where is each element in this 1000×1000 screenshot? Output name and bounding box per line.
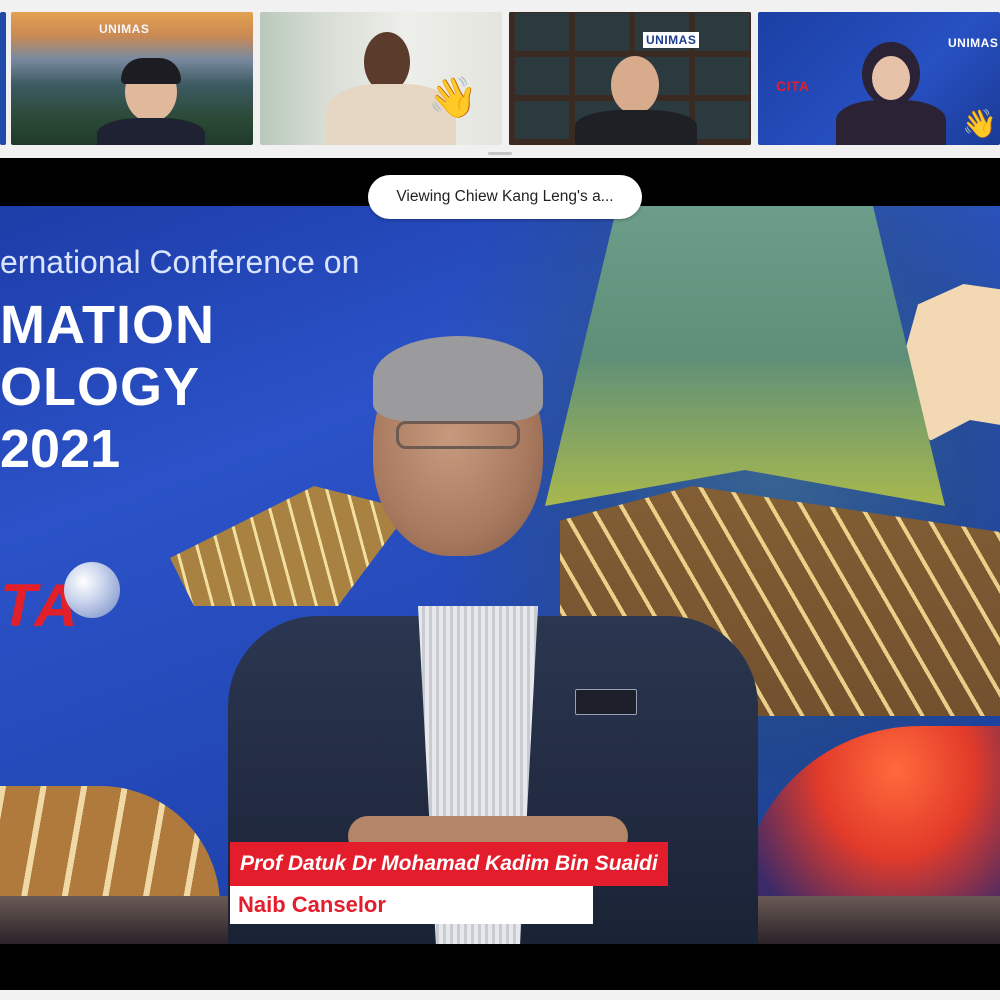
- shared-screen: ernational Conference on MATION OLOGY 20…: [0, 206, 1000, 944]
- participant-body: [575, 110, 697, 145]
- participant-tile-2[interactable]: 👋: [260, 12, 502, 145]
- headset-icon: [121, 58, 181, 84]
- strip-resize-handle[interactable]: [488, 152, 512, 155]
- waving-hand-icon: 👋: [428, 76, 478, 120]
- slide-subtitle: ernational Conference on: [0, 244, 360, 280]
- participant-tile-4[interactable]: UNIMAS CITA 👋: [758, 12, 1000, 145]
- unimas-logo: UNIMAS: [948, 36, 999, 50]
- participant-strip: UNIMAS 👋 UNIMAS UNIMAS CITA 👋: [0, 0, 1000, 158]
- participant-tile-partial[interactable]: [0, 12, 6, 145]
- slide-title-line-1: MATION: [0, 295, 215, 355]
- participant-face: [364, 32, 410, 92]
- presenter-name-tag: [575, 689, 637, 715]
- participant-body: [97, 118, 205, 145]
- presenter-glasses: [396, 421, 520, 449]
- lower-third-name: Prof Datuk Dr Mohamad Kadim Bin Suaidi: [230, 842, 668, 886]
- globe-icon: [64, 562, 120, 618]
- unimas-logo: UNIMAS: [99, 22, 150, 36]
- slide-title-line-2: OLOGY: [0, 357, 201, 417]
- cita-poster-logo: CITA: [776, 78, 810, 94]
- slide-title-line-3: 2021: [0, 419, 121, 479]
- participant-tile-1[interactable]: UNIMAS: [11, 12, 253, 145]
- presenter-hair: [373, 336, 543, 421]
- waving-hand-icon: 👋: [962, 108, 997, 139]
- participant-face: [872, 56, 910, 100]
- viewing-screen-banner[interactable]: Viewing Chiew Kang Leng's a...: [368, 175, 642, 219]
- participant-face: [611, 56, 659, 114]
- participant-tile-3[interactable]: UNIMAS: [509, 12, 751, 145]
- main-video-area: ernational Conference on MATION OLOGY 20…: [0, 158, 1000, 990]
- unimas-logo: UNIMAS: [643, 32, 700, 48]
- bottom-bar: [0, 990, 1000, 1000]
- participant-body: [836, 100, 946, 145]
- lower-third-title: Naib Canselor: [230, 886, 593, 924]
